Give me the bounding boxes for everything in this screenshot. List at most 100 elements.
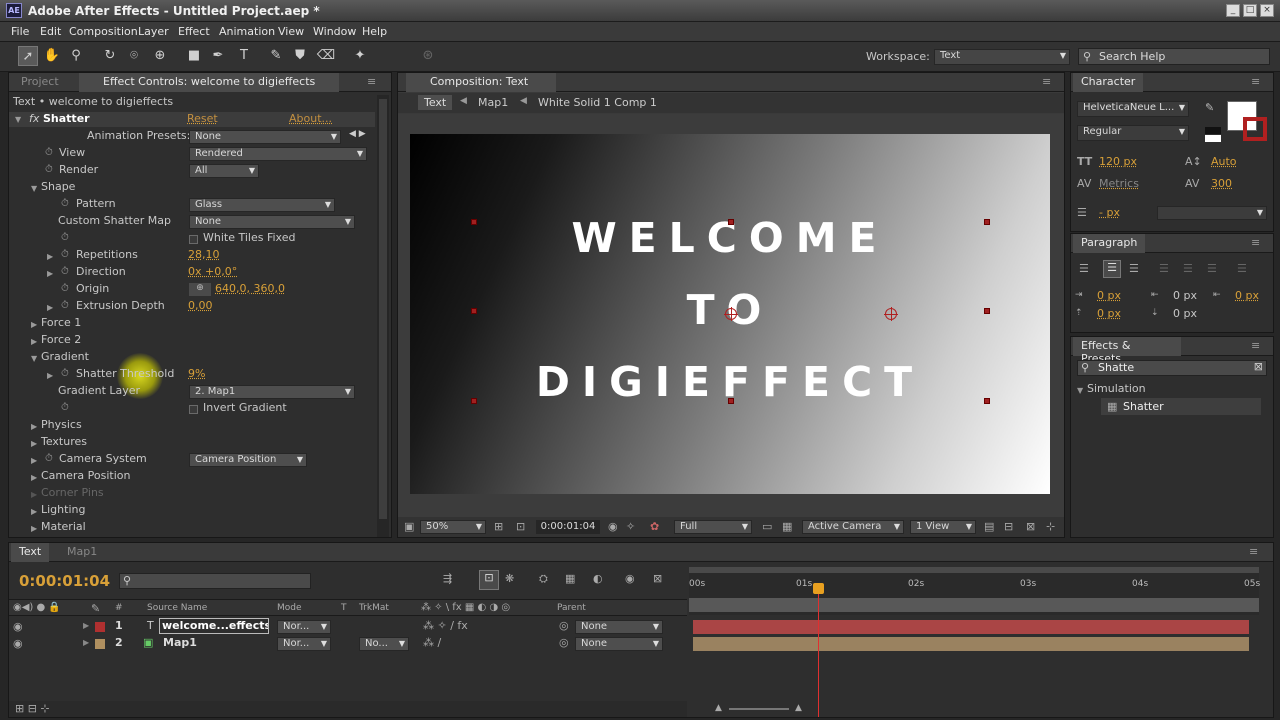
menu-help[interactable]: Help xyxy=(362,25,387,38)
camera-system-select[interactable]: Camera Position xyxy=(189,453,307,467)
zoom-slider[interactable]: ▲ ▲ xyxy=(715,703,805,715)
show-snapshot-icon[interactable]: ✧ xyxy=(626,520,635,533)
stopwatch-icon[interactable]: ⏱ xyxy=(61,402,69,413)
pickwhip-icon[interactable]: ◎ xyxy=(559,636,569,649)
always-preview-icon[interactable]: ▣ xyxy=(404,520,414,533)
menu-edit[interactable]: Edit xyxy=(40,25,61,38)
collapse-triangle-icon[interactable]: ▶ xyxy=(31,337,37,346)
timeline-icon[interactable]: ⊠ xyxy=(1026,520,1035,533)
justify-right-icon[interactable]: ☰ xyxy=(1207,262,1217,275)
tab-character[interactable]: Character xyxy=(1073,73,1144,92)
viewer-timecode[interactable]: 0:00:01:04 xyxy=(536,520,600,534)
layer-switches-icon[interactable]: ⁂ ✧ ∕ fx xyxy=(423,619,468,632)
grid-icon[interactable]: ⊡ xyxy=(516,520,525,533)
zoom-select[interactable]: 50% xyxy=(420,520,486,534)
font-family-select[interactable]: HelveticaNeue L... xyxy=(1077,101,1189,117)
effects-search-field[interactable]: ⚲ Shatte ⊠ xyxy=(1077,360,1267,376)
track-matte-select[interactable]: No... xyxy=(359,637,409,651)
stopwatch-icon[interactable]: ⏱ xyxy=(61,368,69,379)
toggle-pixel-aspect-icon[interactable]: ▤ xyxy=(984,520,994,533)
toggle-switches-icon[interactable]: ⊞ ⊟ ⊹ xyxy=(15,702,50,715)
layer-handle[interactable] xyxy=(471,398,477,404)
draft-3d-icon[interactable]: ❋ xyxy=(505,572,514,585)
layer-handle[interactable] xyxy=(728,219,734,225)
stopwatch-icon[interactable]: ⏱ xyxy=(61,283,69,294)
column-trkmat[interactable]: TrkMat xyxy=(359,603,389,613)
tracking-value[interactable]: 300 xyxy=(1211,177,1232,190)
custom-map-select[interactable]: None xyxy=(189,215,355,229)
hide-shy-icon[interactable]: ⛭ xyxy=(539,572,548,586)
stroke-color-swatch[interactable] xyxy=(1243,117,1267,141)
layer-name[interactable]: Map1 xyxy=(163,636,197,649)
type-tool-icon[interactable]: T xyxy=(234,46,254,66)
time-ruler[interactable]: 00s 01s 02s 03s 04s 05s xyxy=(689,567,1260,615)
panel-menu-icon[interactable]: ≡ xyxy=(1251,236,1260,249)
layer-label-color[interactable] xyxy=(95,622,105,632)
extrusion-value[interactable]: 0,00 xyxy=(188,299,213,312)
camera-select[interactable]: Active Camera xyxy=(802,520,904,534)
collapse-triangle-icon[interactable]: ▶ xyxy=(31,524,37,533)
puppet-tool-icon[interactable]: ✦ xyxy=(350,46,370,66)
clear-search-icon[interactable]: ⊠ xyxy=(1254,360,1263,373)
flowchart-icon[interactable]: ⊹ xyxy=(1046,520,1055,533)
timeline-timecode[interactable]: 0:00:01:04 xyxy=(19,572,110,590)
font-size-value[interactable]: 120 px xyxy=(1099,155,1137,168)
tab-project[interactable]: Project xyxy=(13,73,67,92)
stopwatch-icon[interactable]: ⏱ xyxy=(61,232,69,243)
layer-handle[interactable] xyxy=(471,308,477,314)
breadcrumb-map1[interactable]: Map1 xyxy=(478,96,508,109)
work-area-bar[interactable] xyxy=(689,567,1259,573)
collapse-triangle-icon[interactable]: ▶ xyxy=(31,456,37,465)
breadcrumb-text[interactable]: Text xyxy=(418,95,453,110)
repetitions-value[interactable]: 28,10 xyxy=(188,248,220,261)
panel-menu-icon[interactable]: ≡ xyxy=(1251,75,1260,88)
column-source-name[interactable]: Source Name xyxy=(147,603,207,613)
pan-behind-tool-icon[interactable]: ⊕ xyxy=(150,46,170,66)
menu-effect[interactable]: Effect xyxy=(178,25,210,38)
stroke-style-select[interactable] xyxy=(1157,206,1267,220)
white-swatch[interactable] xyxy=(1205,135,1221,142)
align-center-icon[interactable]: ☰ xyxy=(1103,260,1121,278)
indent-left-value[interactable]: 0 px xyxy=(1097,289,1121,302)
layer-handle[interactable] xyxy=(984,398,990,404)
stopwatch-icon[interactable]: ⏱ xyxy=(45,453,53,464)
column-t[interactable]: T xyxy=(341,603,347,613)
collapse-triangle-icon[interactable]: ▶ xyxy=(31,439,37,448)
collapse-triangle-icon[interactable]: ▶ xyxy=(83,621,89,630)
collapse-triangle-icon[interactable]: ▶ xyxy=(31,490,37,499)
maximize-icon[interactable]: □ xyxy=(1243,4,1257,17)
fx-icon[interactable]: fx xyxy=(29,112,39,125)
indent-first-line-value[interactable]: 0 px xyxy=(1173,289,1197,302)
parent-select[interactable]: None xyxy=(575,620,663,634)
region-of-interest-icon[interactable]: ▭ xyxy=(762,520,772,533)
shatter-threshold-value[interactable]: 9% xyxy=(188,367,205,380)
justify-left-icon[interactable]: ☰ xyxy=(1159,262,1169,275)
layer-handle[interactable] xyxy=(471,219,477,225)
column-mode[interactable]: Mode xyxy=(277,603,302,613)
column-parent[interactable]: Parent xyxy=(557,603,586,613)
composition-viewer[interactable]: WELCOME TO DIGIEFFECT xyxy=(410,134,1050,494)
tab-effect-controls[interactable]: Effect Controls: welcome to digieffects xyxy=(79,73,339,92)
stopwatch-icon[interactable]: ⏱ xyxy=(61,198,69,209)
collapse-triangle-icon[interactable]: ▶ xyxy=(47,269,53,278)
blend-mode-select[interactable]: Nor... xyxy=(277,620,331,634)
about-link[interactable]: About... xyxy=(289,112,332,125)
tab-timeline-map1[interactable]: Map1 xyxy=(59,543,105,562)
selection-tool-icon[interactable]: ➚ xyxy=(18,46,38,66)
black-swatch[interactable] xyxy=(1205,127,1221,134)
collapse-triangle-icon[interactable]: ▶ xyxy=(83,638,89,647)
playhead-icon[interactable] xyxy=(813,583,824,594)
motion-blur-icon[interactable]: ◐ xyxy=(593,572,603,585)
origin-value[interactable]: 640,0, 360,0 xyxy=(215,282,285,295)
tab-effects-presets[interactable]: Effects & Presets xyxy=(1073,337,1181,365)
font-style-select[interactable]: Regular xyxy=(1077,125,1189,141)
collapse-triangle-icon[interactable]: ▶ xyxy=(47,371,53,380)
gradient-layer-select[interactable]: 2. Map1 xyxy=(189,385,355,399)
layer-name[interactable]: welcome...effects xyxy=(159,618,269,634)
expand-triangle-icon[interactable]: ▼ xyxy=(31,184,37,193)
parent-select[interactable]: None xyxy=(575,637,663,651)
clone-stamp-tool-icon[interactable]: ⛊ xyxy=(290,46,310,66)
layer-handle[interactable] xyxy=(984,219,990,225)
live-update-icon[interactable]: ⊡ xyxy=(479,570,499,590)
stopwatch-icon[interactable]: ⏱ xyxy=(45,147,53,158)
